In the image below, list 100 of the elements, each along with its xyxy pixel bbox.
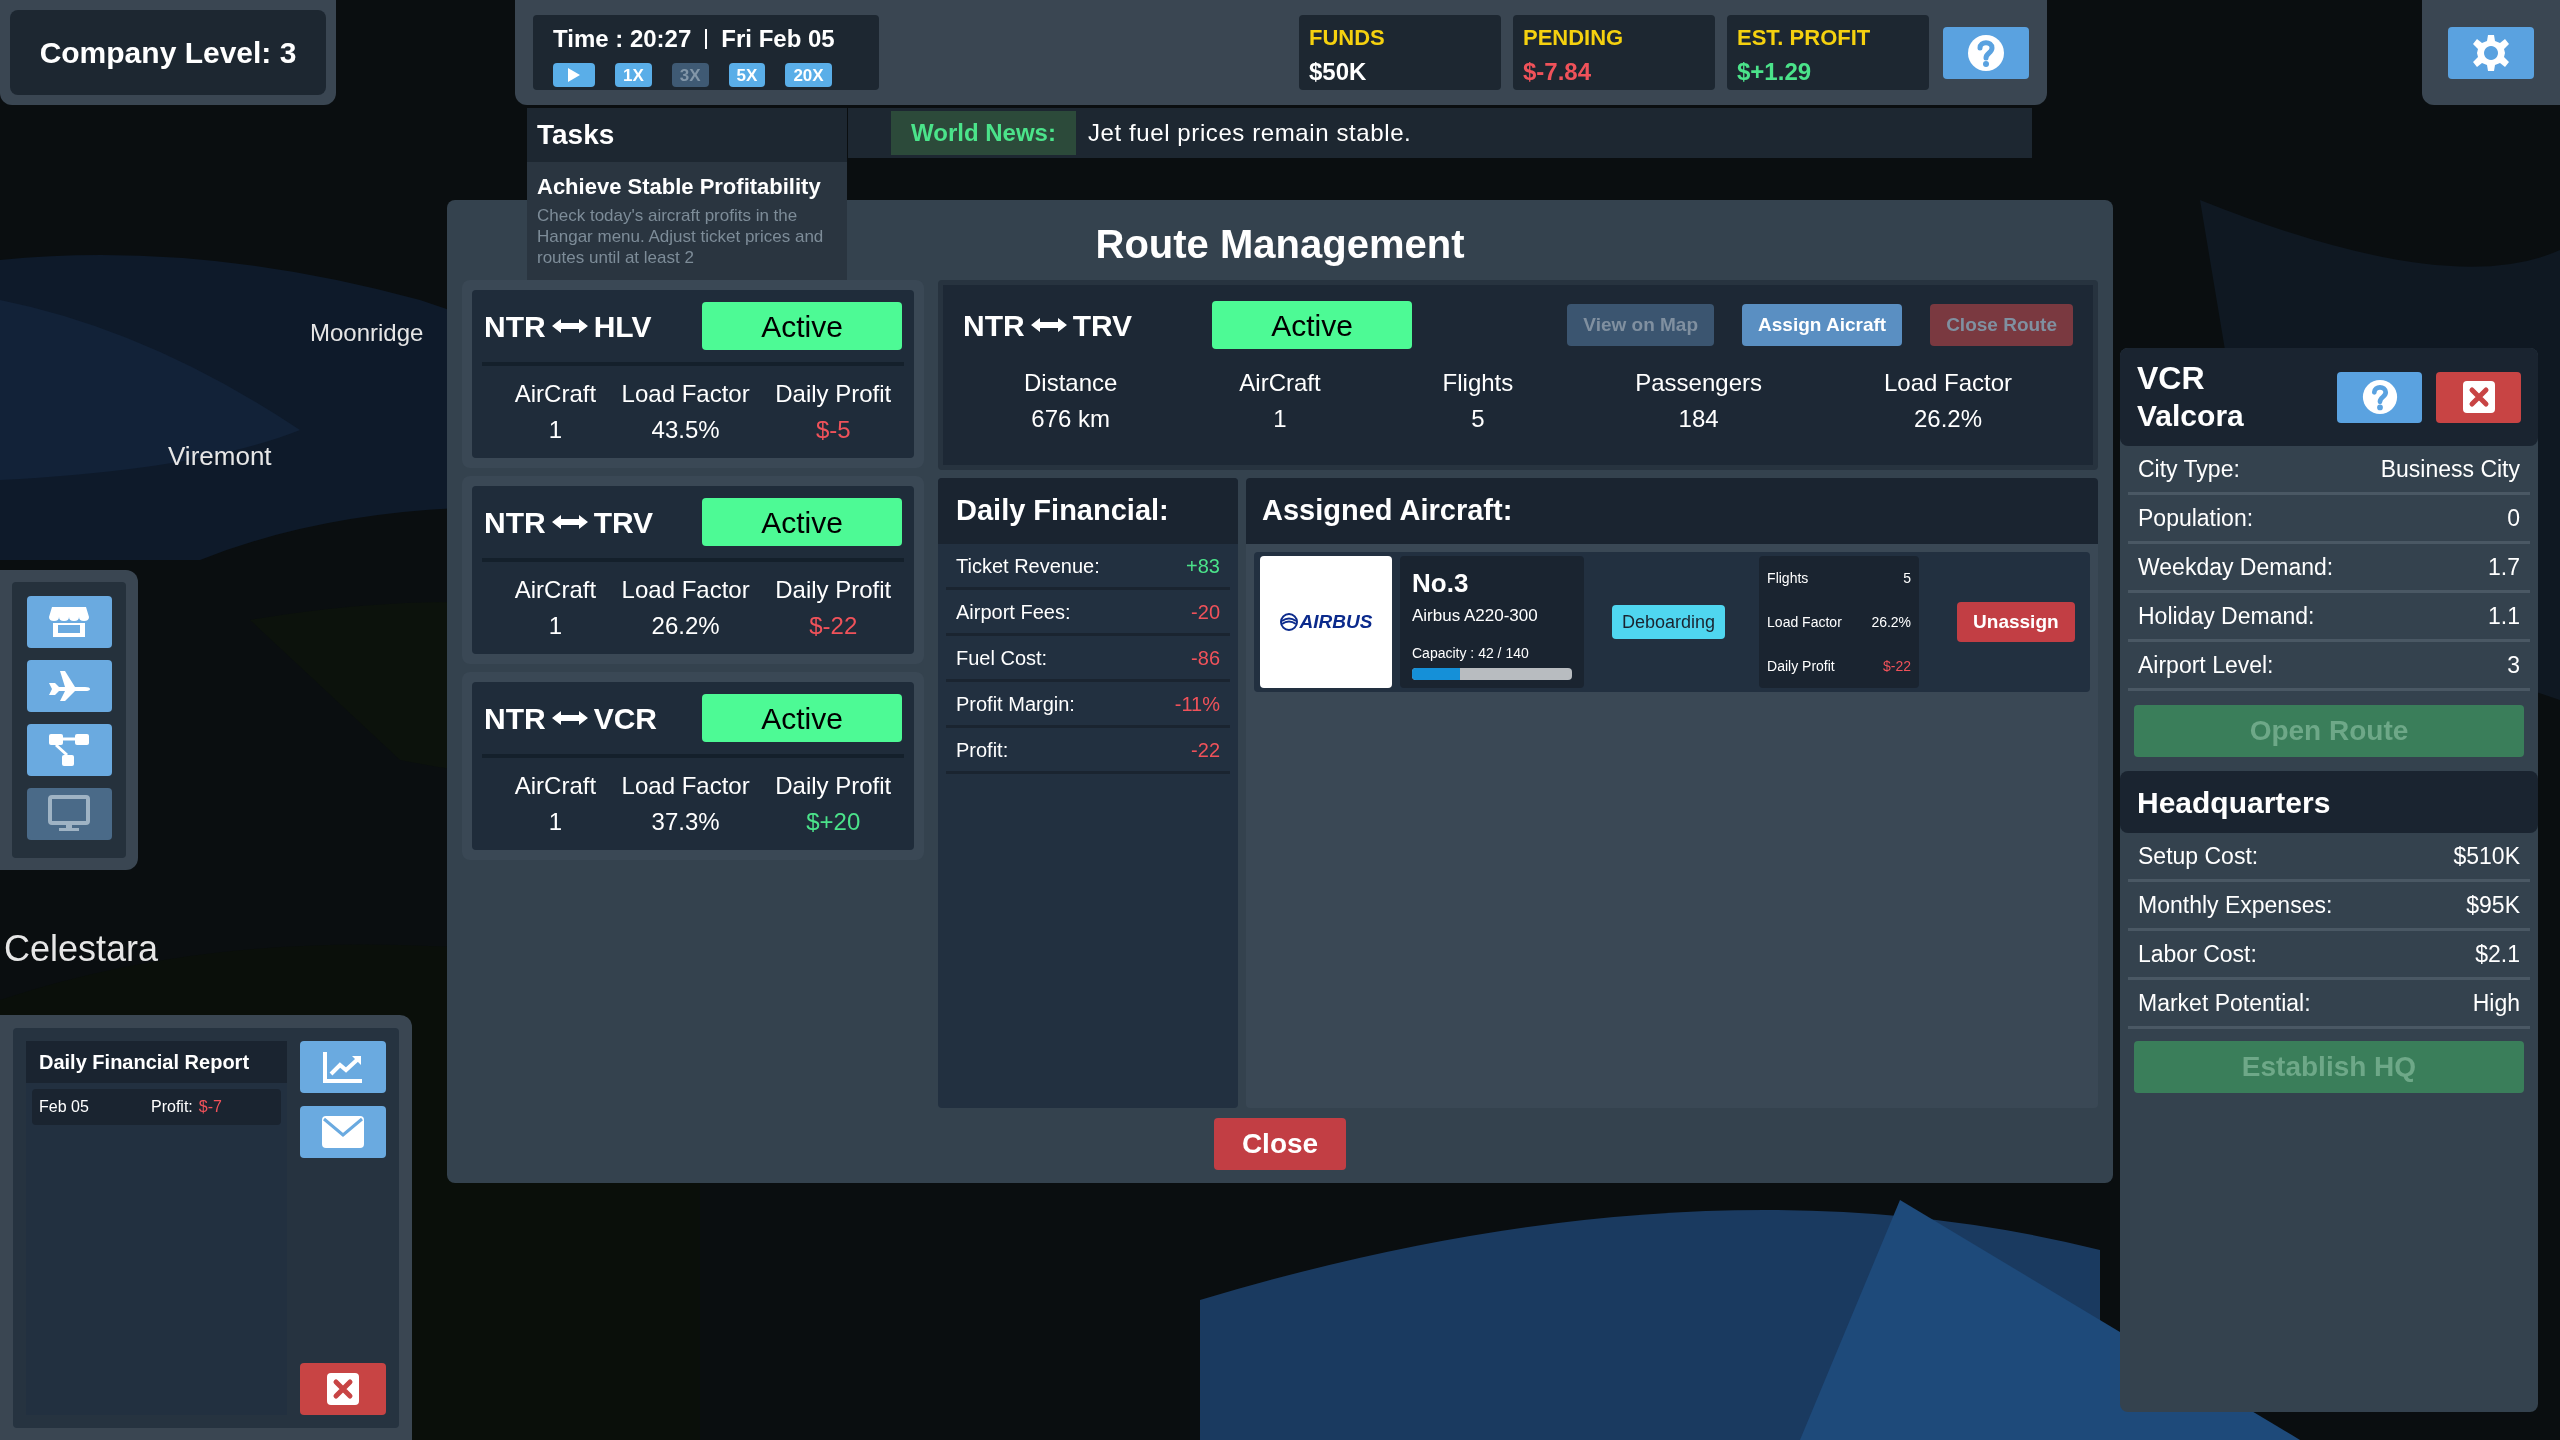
hq-title: Headquarters: [2120, 771, 2538, 833]
stat-label: AirCraft: [514, 575, 597, 605]
hq-info-label: Monthly Expenses:: [2138, 890, 2333, 920]
tool-button[interactable]: [26, 724, 112, 776]
aircraft-stat-value: $-22: [1883, 656, 1912, 676]
stat-label: FUNDS: [1309, 24, 1386, 52]
status-badge: Active: [702, 302, 902, 350]
tool-button[interactable]: [26, 596, 112, 648]
route-card[interactable]: NTR VCR Active AirCraft 1 Load Factor 37.3% Daily Profit $+20: [462, 672, 924, 860]
stat-value: $-22: [809, 611, 858, 641]
detail-label: Load Factor: [1883, 368, 2012, 398]
aircraft-stat-value: 5: [1903, 568, 1912, 588]
city-label[interactable]: Celestara: [4, 922, 159, 976]
route-card[interactable]: NTR TRV Active AirCraft 1 Load Factor 26.2% Daily Profit $-22: [462, 476, 924, 664]
stat-value: $+20: [806, 807, 861, 837]
chart-icon: [322, 1050, 364, 1084]
chart-button[interactable]: [300, 1041, 386, 1093]
stat-value: 26.2%: [651, 611, 720, 641]
news-label: World News:: [891, 111, 1076, 155]
detail-value: 1: [1273, 404, 1287, 434]
hq-info-value: $510K: [2453, 841, 2520, 871]
financial-label: Profit:: [956, 737, 1009, 763]
hq-info-label: Market Potential:: [2138, 988, 2311, 1018]
detail-value: 5: [1471, 404, 1485, 434]
hq-info-label: Setup Cost:: [2138, 841, 2259, 871]
logo-text: AIRBUS: [1299, 609, 1373, 634]
aircraft-card[interactable]: AIRBUS No.3 Airbus A220-300 Capacity : 42 / 140 Deboarding Flights 5 Load Factor 26.2% Daily Profit $-22 Unassign: [1254, 552, 2090, 692]
close-button[interactable]: Close: [1214, 1118, 1346, 1170]
status-badge: Active: [1212, 301, 1413, 349]
stat-label: Daily Profit: [775, 771, 892, 801]
help-button[interactable]: [2337, 371, 2422, 423]
stat-value: 37.3%: [651, 807, 720, 837]
stat-value: $-7.84: [1523, 57, 1593, 87]
stat-label: Load Factor: [621, 379, 750, 409]
route-origin: NTR: [963, 307, 1025, 344]
stat-value: 43.5%: [651, 415, 720, 445]
city-info-label: Airport Level:: [2138, 650, 2274, 680]
detail-label: Passengers: [1635, 368, 1762, 398]
city-info-value: 1.7: [2488, 552, 2520, 582]
city-label[interactable]: Viremont: [168, 437, 272, 476]
financial-value: +83: [1186, 553, 1220, 579]
aircraft-stat-label: Daily Profit: [1767, 656, 1835, 676]
route-destination: TRV: [1072, 307, 1133, 344]
route-origin: NTR: [484, 700, 546, 737]
play-button[interactable]: [553, 63, 595, 87]
report-entry[interactable]: Feb 05 Profit: $-7: [32, 1089, 281, 1125]
aircraft-name: No.3: [1412, 567, 1470, 600]
city-info-value: 0: [2507, 503, 2520, 533]
city-info-label: Weekday Demand:: [2138, 552, 2334, 582]
financial-label: Fuel Cost:: [956, 645, 1048, 671]
city-info-label: Holiday Demand:: [2138, 601, 2315, 631]
financial-value: -86: [1191, 645, 1220, 671]
plane-icon: [47, 669, 91, 703]
aircraft-model: Airbus A220-300: [1412, 605, 1539, 627]
hq-info-value: High: [2472, 988, 2520, 1018]
city-name: Valcora: [2137, 398, 2244, 434]
city-info-value: 1.1: [2488, 601, 2520, 631]
action-button[interactable]: Assign Aicraft: [1742, 304, 1903, 346]
stat-value: 1: [548, 611, 563, 641]
stat-label: EST. PROFIT: [1737, 24, 1872, 52]
tasks-title: Tasks: [527, 108, 847, 162]
mail-button[interactable]: [300, 1106, 386, 1158]
task-title: Achieve Stable Profitability: [536, 173, 822, 201]
aircraft-stat-label: Load Factor: [1767, 612, 1842, 632]
help-button[interactable]: [1943, 26, 2029, 79]
detail-value: 676 km: [1031, 404, 1110, 434]
aircraft-stat-value: 26.2%: [1871, 612, 1912, 632]
detail-label: Flights: [1442, 368, 1514, 398]
route-destination: HLV: [593, 308, 652, 345]
report-date: Feb 05: [39, 1097, 90, 1117]
assigned-title: Assigned Aircraft:: [1246, 478, 2098, 544]
monitor-icon: [47, 795, 91, 833]
stat-value: $50K: [1309, 57, 1368, 87]
stat-label: AirCraft: [514, 379, 597, 409]
capacity-label: Capacity : 42 / 140: [1412, 643, 1530, 663]
clock-time: Time : 20:27: [553, 24, 692, 54]
unassign-button[interactable]: Unassign: [1957, 602, 2075, 642]
settings-button[interactable]: [2448, 26, 2534, 79]
hq-info-value: $95K: [2466, 890, 2520, 920]
settings-icon: [2471, 32, 2511, 73]
mail-icon: [321, 1115, 365, 1149]
hq-info-label: Labor Cost:: [2138, 939, 2257, 969]
status-badge: Active: [702, 694, 902, 742]
financial-value: -11%: [1174, 691, 1220, 717]
stat-label: Daily Profit: [775, 379, 892, 409]
route-card[interactable]: NTR HLV Active AirCraft 1 Load Factor 43.5% Daily Profit $-5: [462, 280, 924, 468]
dialog-title: Route Management: [1095, 221, 1465, 268]
stat-label: AirCraft: [514, 771, 597, 801]
tool-button[interactable]: [26, 660, 112, 712]
route-origin: NTR: [484, 308, 546, 345]
city-label[interactable]: Moonridge: [310, 315, 424, 351]
close-button[interactable]: [2436, 371, 2521, 423]
shop-icon: [48, 605, 90, 639]
financial-value: -22: [1191, 737, 1220, 763]
stat-value: 1: [548, 415, 563, 445]
help-icon: [1966, 32, 2006, 73]
task-description: Check today's aircraft profits in the Hangar menu. Adjust ticket prices and routes until at least 2: [536, 205, 825, 268]
company-level: Company Level: 3: [39, 35, 297, 71]
network-icon: [47, 732, 91, 768]
city-info-label: City Type:: [2138, 454, 2240, 484]
